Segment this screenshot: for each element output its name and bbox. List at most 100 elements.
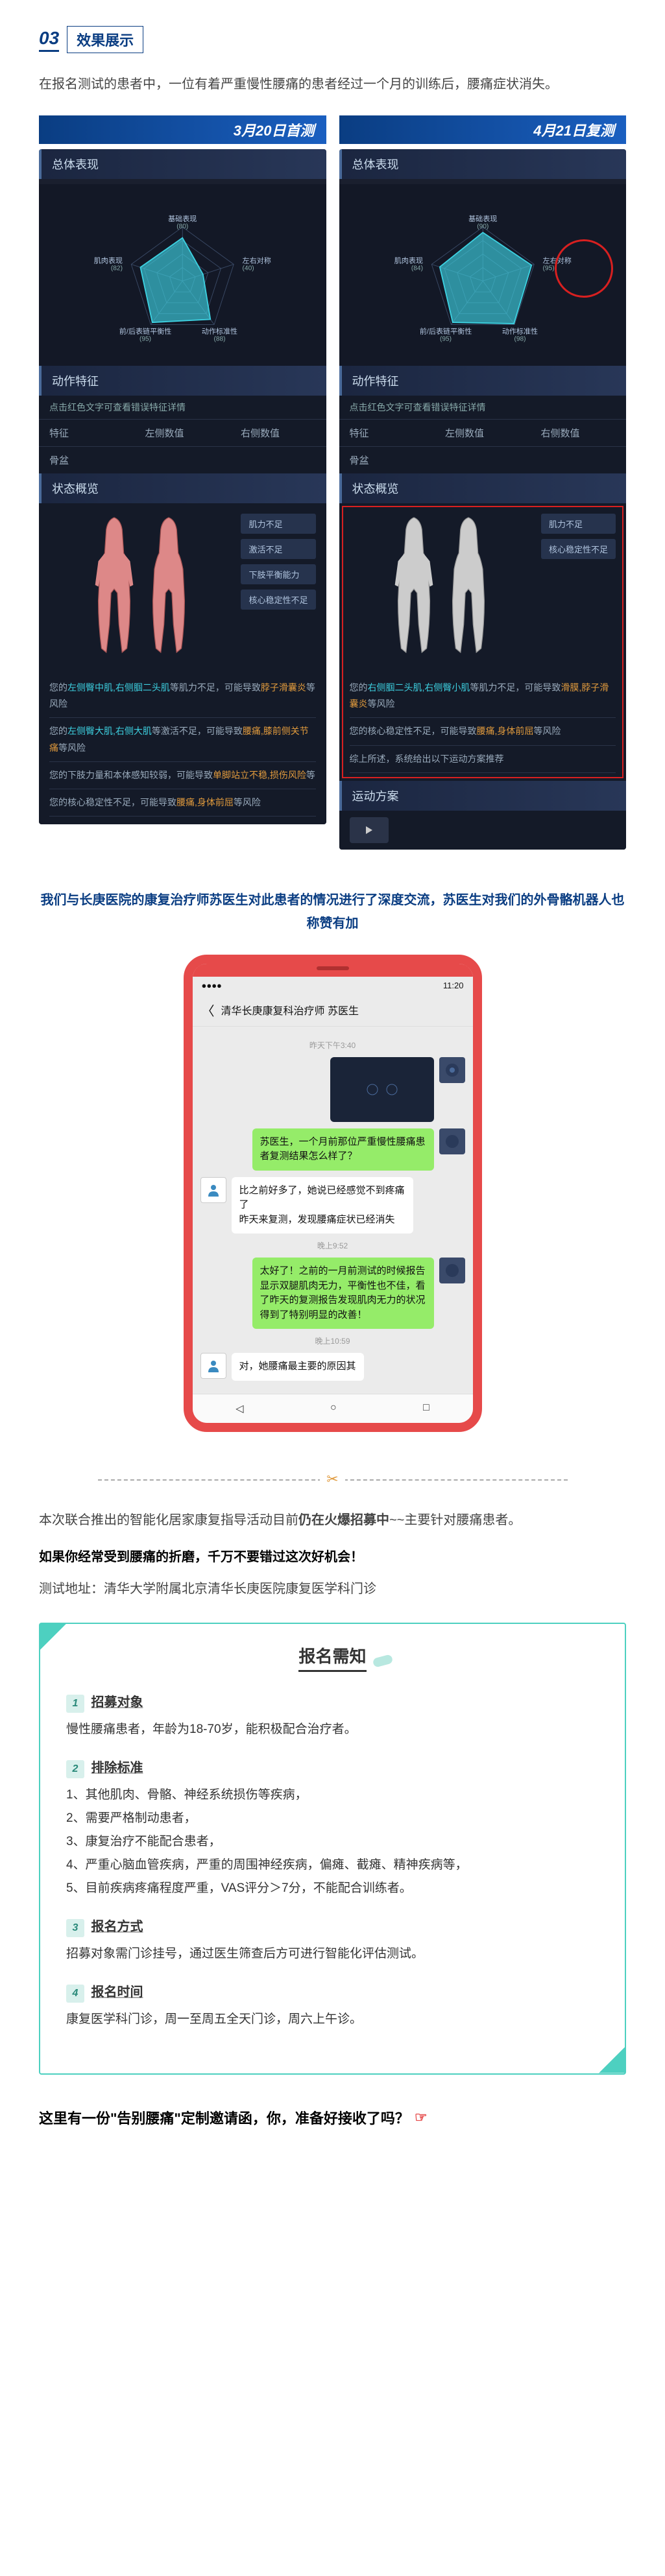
doctor-praise-text: 我们与长庚医院的康复治疗师苏医生对此患者的情况进行了深度交流，苏医生对我们的外骨… bbox=[39, 888, 626, 935]
col-left-val: 左侧数值 bbox=[435, 419, 531, 446]
notice-title: 报名需知 bbox=[298, 1643, 366, 1672]
nav-home-icon[interactable]: ○ bbox=[330, 1402, 337, 1415]
col-right-val: 右侧数值 bbox=[230, 419, 326, 446]
chat-timestamp: 晚上9:52 bbox=[200, 1240, 465, 1251]
tab-overall: 总体表现 bbox=[339, 149, 627, 179]
status-tag: 核心稳定性不足 bbox=[541, 539, 616, 559]
svg-text:(80): (80) bbox=[176, 223, 188, 230]
svg-text:(82): (82) bbox=[111, 265, 123, 272]
recruit-line2: 如果你经常受到腰痛的折磨，千万不要错过这次好机会！ bbox=[39, 1546, 626, 1565]
section-header: 03 效果展示 bbox=[39, 26, 626, 53]
chat-timestamp: 晚上10:59 bbox=[200, 1335, 465, 1346]
section-title: 效果展示 bbox=[67, 26, 143, 53]
svg-text:(95): (95) bbox=[439, 336, 451, 343]
svg-text:肌肉表现: 肌肉表现 bbox=[94, 256, 123, 265]
notice-body: 招募对象需门诊挂号，通过医生筛查后方可进行智能化评估测试。 bbox=[66, 1942, 599, 1966]
corner-decoration bbox=[40, 1624, 66, 1650]
svg-text:(90): (90) bbox=[477, 223, 489, 230]
intro-paragraph: 在报名测试的患者中，一位有着严重慢性腰痛的患者经过一个月的训练后，腰痛症状消失。 bbox=[39, 73, 626, 96]
play-icon bbox=[366, 826, 372, 834]
finding: 综上所述，系统给出以下运动方案推荐 bbox=[350, 746, 616, 773]
chat-msg: 太好了！之前的一月前测试的时候报告显示双腿肌肉无力，平衡性也不佳，看了昨天的复测… bbox=[200, 1258, 465, 1329]
msg-bubble: 苏医生，一个月前那位严重慢性腰痛患者复测结果怎么样了？ bbox=[252, 1128, 434, 1171]
col-feature: 特征 bbox=[39, 419, 135, 446]
col-left-val: 左侧数值 bbox=[135, 419, 231, 446]
chat-msg: 比之前好多了，她说已经感觉不到疼痛了 昨天来复测，发现腰痛症状已经消失 bbox=[200, 1177, 465, 1234]
phone-before: 3月20日首测 总体表现 bbox=[39, 115, 326, 850]
test-location: 测试地址：清华大学附属北京清华长庚医院康复医学科门诊 bbox=[39, 1578, 626, 1597]
nav-back-icon[interactable]: ◁ bbox=[236, 1402, 243, 1415]
android-nav: ◁ ○ □ bbox=[193, 1394, 473, 1423]
tab-action: 动作特征 bbox=[339, 366, 627, 396]
date-banner-after: 4月21日复测 bbox=[339, 115, 627, 144]
notice-number: 4 bbox=[66, 1985, 84, 2003]
status-tag: 下肢平衡能力 bbox=[241, 564, 315, 584]
finding: 您的左侧臀中肌,右侧腘二头肌等肌力不足，可能导致脖子滑囊炎等风险 bbox=[49, 674, 316, 718]
svg-text:动作标准性: 动作标准性 bbox=[502, 326, 537, 335]
phone-after: 4月21日复测 总体表现 bbox=[339, 115, 627, 850]
avatar-self bbox=[439, 1128, 465, 1154]
col-right-val: 右侧数值 bbox=[531, 419, 627, 446]
svg-text:前/后表链平衡性: 前/后表链平衡性 bbox=[419, 326, 472, 335]
avatar-self bbox=[439, 1258, 465, 1283]
comparison-row: 3月20日首测 总体表现 bbox=[39, 115, 626, 850]
row-pelvis: 骨盆 bbox=[339, 446, 435, 473]
notice-body: 康复医学科门诊，周一至周五全天门诊，周六上午诊。 bbox=[66, 2008, 599, 2031]
finding: 您的核心稳定性不足，可能导致腰痛,身体前屈等风险 bbox=[49, 789, 316, 817]
col-feature: 特征 bbox=[339, 419, 435, 446]
scissor-icon: ✂ bbox=[320, 1471, 345, 1487]
status-tag: 激活不足 bbox=[241, 539, 315, 559]
avatar-doctor bbox=[200, 1353, 226, 1379]
action-columns: 特征 左侧数值 右侧数值 bbox=[339, 419, 627, 446]
back-icon[interactable]: 〈 bbox=[202, 1001, 215, 1020]
tab-action: 动作特征 bbox=[39, 366, 326, 396]
msg-bubble: 比之前好多了，她说已经感觉不到疼痛了 昨天来复测，发现腰痛症状已经消失 bbox=[232, 1177, 413, 1234]
notice-label: 招募对象 bbox=[91, 1695, 143, 1710]
date-banner-before: 3月20日首测 bbox=[39, 115, 326, 144]
phone-notch bbox=[193, 964, 473, 977]
chat-mockup: ●●●● 11:20 〈 清华长庚康复科治疗师 苏医生 昨天下午3:40 苏医生… bbox=[184, 955, 482, 1432]
nav-recent-icon[interactable]: □ bbox=[423, 1402, 429, 1415]
msg-bubble: 太好了！之前的一月前测试的时候报告显示双腿肌肉无力，平衡性也不佳，看了昨天的复测… bbox=[252, 1258, 434, 1329]
radar-chart-before: 基础表现 (80) 左右对称 (40) 动作标准性 (88) 前/后表链平衡性 … bbox=[39, 184, 326, 366]
anatomy-after: 肌力不足 核心稳定性不足 bbox=[339, 503, 627, 667]
svg-text:(84): (84) bbox=[411, 265, 422, 272]
notice-item: 1 招募对象 慢性腰痛患者，年龄为18-70岁，能积极配合治疗者。 bbox=[66, 1691, 599, 1741]
svg-text:基础表现: 基础表现 bbox=[168, 214, 197, 223]
finding: 您的下肢力量和本体感知较弱，可能导致单脚站立不稳,损伤风险等 bbox=[49, 762, 316, 789]
notice-label: 报名时间 bbox=[91, 1985, 143, 1999]
notice-item: 3 报名方式 招募对象需门诊挂号，通过医生筛查后方可进行智能化评估测试。 bbox=[66, 1916, 599, 1966]
status-tag: 肌力不足 bbox=[241, 514, 315, 534]
svg-text:左右对称: 左右对称 bbox=[243, 256, 271, 265]
chat-title: 清华长庚康复科治疗师 苏医生 bbox=[221, 1002, 359, 1018]
image-message[interactable] bbox=[330, 1057, 434, 1122]
highlight-circle bbox=[555, 239, 613, 298]
scissor-divider: ✂ bbox=[39, 1471, 626, 1488]
finding: 您的左侧臀大肌,右侧大肌等激活不足，可能导致腰痛,膝前侧关节痛等风险 bbox=[49, 718, 316, 761]
svg-text:(95): (95) bbox=[542, 265, 554, 272]
notice-body: 1、其他肌肉、骨骼、神经系统损伤等疾病， 2、需要严格制动患者， 3、康复治疗不… bbox=[66, 1783, 599, 1900]
finding: 您的右侧腘二头肌,右侧臀小肌等肌力不足，可能导致滑膜,脖子滑囊炎等风险 bbox=[350, 674, 616, 718]
chat-header: 〈 清华长庚康复科治疗师 苏医生 bbox=[193, 994, 473, 1027]
msg-bubble: 对，她腰痛最主要的原因其 bbox=[232, 1353, 364, 1381]
svg-text:基础表现: 基础表现 bbox=[468, 214, 497, 223]
finding: 您的核心稳定性不足，可能导致腰痛,身体前屈等风险 bbox=[350, 718, 616, 745]
notice-label: 报名方式 bbox=[91, 1920, 143, 1934]
video-thumb[interactable] bbox=[350, 817, 389, 843]
signal-icon: ●●●● bbox=[202, 981, 222, 990]
svg-text:(40): (40) bbox=[243, 265, 254, 272]
tab-status: 状态概览 bbox=[39, 473, 326, 503]
pointing-hand-icon: ☞ bbox=[415, 2109, 428, 2126]
action-columns: 特征 左侧数值 右侧数值 bbox=[39, 419, 326, 446]
anatomy-before: 肌力不足 激活不足 下肢平衡能力 核心稳定性不足 bbox=[39, 503, 326, 667]
status-bar: ●●●● 11:20 bbox=[193, 977, 473, 994]
closing-text: 这里有一份"告别腰痛"定制邀请函，你，准备好接收了吗？ bbox=[39, 2107, 409, 2128]
notice-number: 1 bbox=[66, 1695, 84, 1713]
corner-decoration bbox=[599, 2047, 625, 2073]
status-tag: 肌力不足 bbox=[541, 514, 616, 534]
svg-text:前/后表链平衡性: 前/后表链平衡性 bbox=[119, 326, 172, 335]
exercise-plan-row bbox=[339, 811, 627, 850]
svg-text:(98): (98) bbox=[514, 336, 526, 343]
notice-number: 2 bbox=[66, 1760, 84, 1778]
notice-label: 排除标准 bbox=[91, 1761, 143, 1775]
